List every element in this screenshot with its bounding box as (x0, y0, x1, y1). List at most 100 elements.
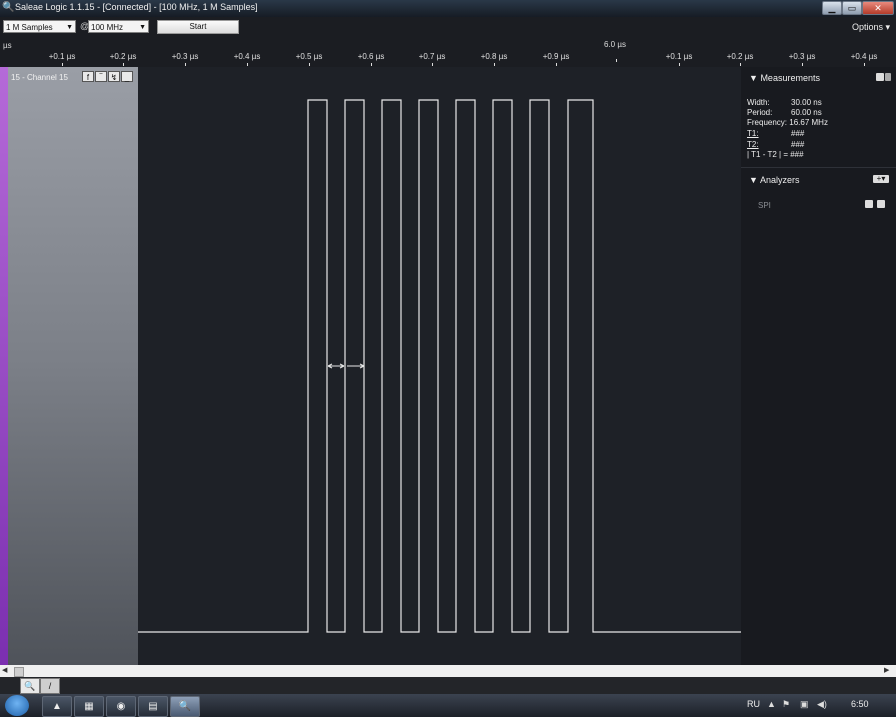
ruler-tick-label: +0.8 µs (480, 52, 508, 61)
ruler-tick-label: +0.2 µs (109, 52, 137, 61)
channel-color-bar (0, 67, 8, 665)
width-row: Width: 30.00 ns (747, 98, 822, 107)
period-label: Period: (747, 108, 773, 117)
firefox-icon[interactable]: ◉ (106, 696, 136, 717)
t2-label[interactable]: T2: (747, 140, 759, 149)
ruler-tick-label: +0.5 µs (295, 52, 323, 61)
ruler-tick-label: +0.7 µs (418, 52, 446, 61)
ruler-tick-mark (371, 63, 372, 66)
action-center-icon[interactable]: ⚑ (782, 699, 790, 710)
scroll-right-icon[interactable]: ▶ (884, 667, 892, 675)
title-bar: 🔍 Saleae Logic 1.1.15 - [Connected] - [1… (0, 0, 896, 17)
period-value: 60.00 ns (791, 108, 822, 117)
gear-icon[interactable] (876, 73, 884, 81)
analyzer-spi[interactable]: SPI (758, 201, 771, 210)
channel-panel: 15 - Channel 15 f ‾ ↯ _ (0, 67, 138, 665)
collapse-triangle-icon: ▼ (749, 175, 758, 185)
options-button[interactable]: Options ▾ (852, 22, 890, 33)
analyzer-view-icon[interactable] (865, 200, 873, 208)
ruler-tick-mark (123, 63, 124, 66)
measurements-header[interactable]: ▼ Measurements (749, 73, 820, 83)
measurements-title: Measurements (760, 73, 820, 83)
ruler-tick-label: +0.3 µs (171, 52, 199, 61)
t2-row: T2: ### (747, 140, 804, 149)
window-title: Saleae Logic 1.1.15 - [Connected] - [100… (15, 2, 258, 12)
ruler-tick-mark (432, 63, 433, 66)
frequency-value: 16.67 MHz (789, 118, 828, 127)
windows-start-icon[interactable] (5, 695, 29, 716)
t2-value: ### (791, 140, 805, 149)
collapse-triangle-icon: ▼ (749, 73, 758, 83)
clock[interactable]: 6:50 (851, 699, 869, 709)
samples-select[interactable]: 1 M Samples ▼ (3, 20, 76, 33)
analyzers-title: Analyzers (759, 175, 800, 185)
ruler-tick-label: +0.4 µs (233, 52, 261, 61)
frequency-label: Frequency: (747, 118, 788, 127)
scroll-left-icon[interactable]: ◀ (2, 667, 10, 675)
toolbar: 1 M Samples ▼ @ 100 MHz ▼ (0, 17, 896, 37)
notepad-icon[interactable]: ▤ (138, 696, 168, 717)
waveform-svg (138, 99, 741, 633)
saleae-logic-taskbar-icon[interactable]: 🔍 (170, 696, 200, 717)
width-value: 30.00 ns (791, 98, 822, 107)
add-analyzer-button[interactable]: +▾ (873, 175, 889, 183)
tray-expand-icon[interactable]: ▲ (767, 699, 776, 709)
period-row: Period: 60.00 ns (747, 108, 822, 117)
tab-extra[interactable]: / (40, 678, 60, 694)
close-button[interactable]: ✕ (862, 1, 894, 15)
chevron-down-icon: ▼ (66, 24, 73, 31)
falling-edge-trigger-button[interactable]: ↯ (108, 71, 120, 82)
low-level-trigger-button[interactable]: _ (121, 71, 133, 82)
bottom-tabs: 🔍 / (0, 677, 896, 694)
start-button[interactable]: Start (157, 20, 239, 34)
ruler-tick-mark (864, 63, 865, 66)
channel-15-signal (138, 99, 741, 633)
ruler-tick-mark (740, 63, 741, 66)
dropdown-icon[interactable] (885, 73, 891, 81)
diff-label: | T1 - T2 | = (747, 150, 788, 159)
rising-edge-trigger-button[interactable]: f (82, 71, 94, 82)
waveform-area[interactable] (138, 67, 741, 665)
ruler-tick-label: +0.1 µs (665, 52, 693, 61)
ruler-unit-label: µs (3, 41, 12, 50)
maximize-button[interactable]: ▭ (842, 1, 862, 15)
ruler-tick-label: +0.6 µs (357, 52, 385, 61)
network-icon[interactable]: ▣ (800, 699, 809, 710)
width-label: Width: (747, 98, 770, 107)
sample-rate-value: 100 MHz (91, 23, 124, 32)
analyzers-header[interactable]: ▼ Analyzers (749, 175, 799, 185)
ruler-tick-mark (679, 63, 680, 66)
frequency-row: Frequency: 16.67 MHz (747, 118, 828, 127)
ruler-tick-mark (309, 63, 310, 66)
language-indicator[interactable]: RU (747, 699, 760, 709)
vlc-icon[interactable]: ▲ (42, 696, 72, 717)
channel-name[interactable]: 15 - Channel 15 (11, 73, 68, 82)
ruler-tick-mark (556, 63, 557, 66)
folder-icon[interactable]: ▦ (74, 696, 104, 717)
ruler-tick-label: +0.2 µs (726, 52, 754, 61)
gear-icon[interactable] (877, 200, 885, 208)
ruler-tick-label: +0.1 µs (48, 52, 76, 61)
ruler-tick-mark (802, 63, 803, 66)
ruler-tick-mark (247, 63, 248, 66)
center-tick (616, 59, 617, 62)
search-icon[interactable]: 🔍 (20, 678, 40, 694)
sample-rate-select[interactable]: 100 MHz ▼ (88, 20, 149, 33)
horizontal-scrollbar[interactable]: ◀ ▶ (0, 665, 896, 677)
ruler-tick-mark (62, 63, 63, 66)
width-measurement-marker (327, 363, 365, 369)
t1-label[interactable]: T1: (747, 129, 759, 138)
high-level-trigger-button[interactable]: ‾ (95, 71, 107, 82)
ruler-tick-mark (185, 63, 186, 66)
t1-row: T1: ### (747, 129, 804, 138)
ruler-tick-label: +0.9 µs (542, 52, 570, 61)
scroll-thumb[interactable] (14, 667, 24, 677)
minimize-button[interactable]: ▁ (822, 1, 842, 15)
diff-value: ### (790, 150, 804, 159)
time-ruler: µs 6.0 µs +0.1 µs +0.2 µs +0.3 µs +0.4 µs +0… (0, 37, 896, 67)
ruler-tick-label: +0.4 µs (850, 52, 878, 61)
chevron-down-icon: ▼ (139, 24, 146, 31)
ruler-center-label: 6.0 µs (604, 40, 626, 49)
section-divider (741, 167, 896, 168)
volume-icon[interactable]: ◀) (817, 699, 827, 710)
